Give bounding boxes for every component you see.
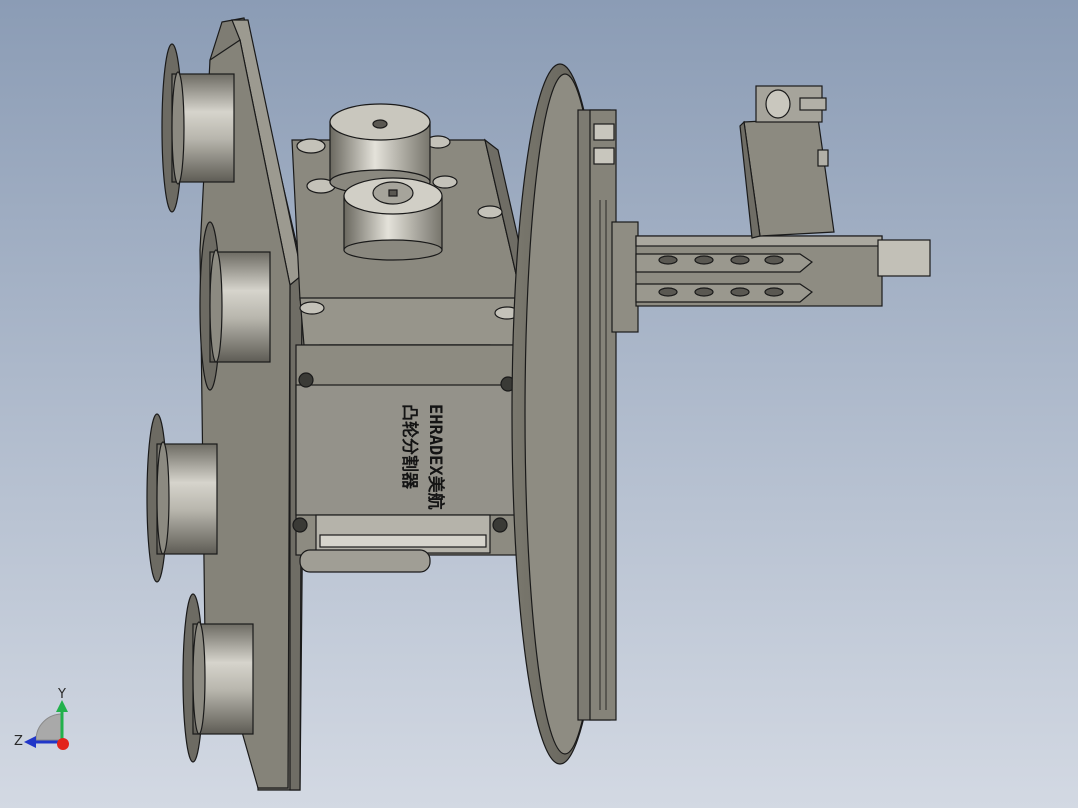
lower-pulley bbox=[343, 177, 443, 261]
housing-label-line2: 凸轮分割器 bbox=[399, 404, 420, 490]
triad-x-dot bbox=[57, 738, 69, 750]
cad-model-svg[interactable]: EHRADEX美航 凸轮分割器 Y Z bbox=[0, 0, 1078, 808]
triad-y-label: Y bbox=[57, 687, 66, 702]
housing-label-line1: EHRADEX美航 bbox=[425, 404, 446, 510]
triad-z-label: Z bbox=[14, 734, 23, 749]
cad-viewport[interactable]: EHRADEX美航 凸轮分割器 Y Z bbox=[0, 0, 1078, 808]
rotary-disk bbox=[511, 63, 617, 765]
